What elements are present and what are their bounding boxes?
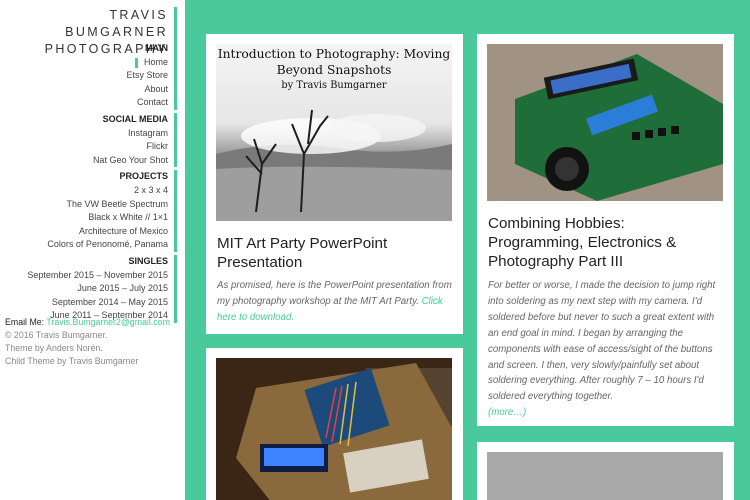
thumbnail-title: Introduction to Photography: Moving Beyo… [217,47,451,77]
menu-heading-projects: PROJECTS [119,171,168,182]
menu-item-black-white[interactable]: Black x White // 1×1 [2,211,168,225]
post-card-combining-hobbies: Combining Hobbies: Programming, Electron… [477,34,734,426]
menu-group-main: MAIN Home Etsy Store About Contact [2,42,177,110]
menu-item-flickr[interactable]: Flickr [2,140,169,154]
post-excerpt: For better or worse, I made the decision… [488,278,724,421]
menu-item-home[interactable]: Home [2,56,168,70]
post-card-arduino [206,348,463,500]
menu-group-social-media: SOCIAL MEDIA Instagram Flickr Nat Geo Yo… [2,112,177,168]
menu-item-etsy-store[interactable]: Etsy Store [2,69,168,83]
menu-group-projects: PROJECTS 2 x 3 x 4 The VW Beetle Spectru… [2,170,177,252]
post-excerpt: As promised, here is the PowerPoint pres… [217,278,453,326]
child-theme-credit: Child Theme by Travis Bumgarner [5,356,139,366]
menu-item-2x3x4[interactable]: 2 x 3 x 4 [2,184,168,198]
menu-item-jun2015-jul2015[interactable]: June 2015 – July 2015 [2,282,168,296]
post-card-texture [477,442,734,500]
menu-item-nat-geo[interactable]: Nat Geo Your Shot [2,154,168,168]
menu-heading-social-media: SOCIAL MEDIA [102,113,168,124]
menu-item-vw-beetle[interactable]: The VW Beetle Spectrum [2,198,168,212]
menu-item-sep2014-may2015[interactable]: September 2014 – May 2015 [2,296,168,310]
excerpt-text: For better or worse, I made the decision… [488,280,716,403]
menu-item-colors-penonome[interactable]: Colors of Penonomé, Panama [2,238,168,252]
menu-item-contact[interactable]: Contact [2,96,168,110]
thumbnail-author: by Travis Bumgarner [281,80,387,91]
post-title[interactable]: MIT Art Party PowerPoint Presentation [217,234,453,272]
menu-item-about[interactable]: About [2,83,168,97]
menu-item-sep2015-nov2015[interactable]: September 2015 – November 2015 [2,269,168,283]
menu-item-instagram[interactable]: Instagram [2,127,168,141]
post-thumbnail[interactable] [487,44,723,201]
post-thumbnail[interactable] [487,452,723,500]
email-label: Email Me: [5,317,45,327]
menu-item-architecture-mexico[interactable]: Architecture of Mexico [2,225,168,239]
email-row: Email Me: Travis.Bumgarner2@gmail.com [5,316,183,329]
post-card-mit-art-party: Introduction to Photography: Moving Beyo… [206,34,463,334]
email-link[interactable]: Travis.Bumgarner2@gmail.com [46,317,170,327]
post-title[interactable]: Combining Hobbies: Programming, Electron… [488,214,724,271]
post-thumbnail[interactable]: Introduction to Photography: Moving Beyo… [216,44,452,221]
sidebar-footer: Email Me: Travis.Bumgarner2@gmail.com © … [5,316,183,368]
menu-heading-main: MAIN [145,43,168,53]
theme-credit[interactable]: Theme by Anders Norén. [5,342,183,355]
sidebar-menu: MAIN Home Etsy Store About Contact SOCIA… [2,42,177,326]
copyright: © 2016 Travis Bumgarner. [5,330,108,340]
excerpt-text: As promised, here is the PowerPoint pres… [217,280,452,307]
menu-group-singles: SINGLES September 2015 – November 2015 J… [2,254,177,323]
post-thumbnail[interactable] [216,358,452,500]
menu-heading-singles: SINGLES [128,255,168,266]
read-more-link[interactable]: (more…) [488,407,526,418]
sidebar: TRAVIS BUMGARNER PHOTOGRAPHY MAIN Home E… [0,0,185,500]
